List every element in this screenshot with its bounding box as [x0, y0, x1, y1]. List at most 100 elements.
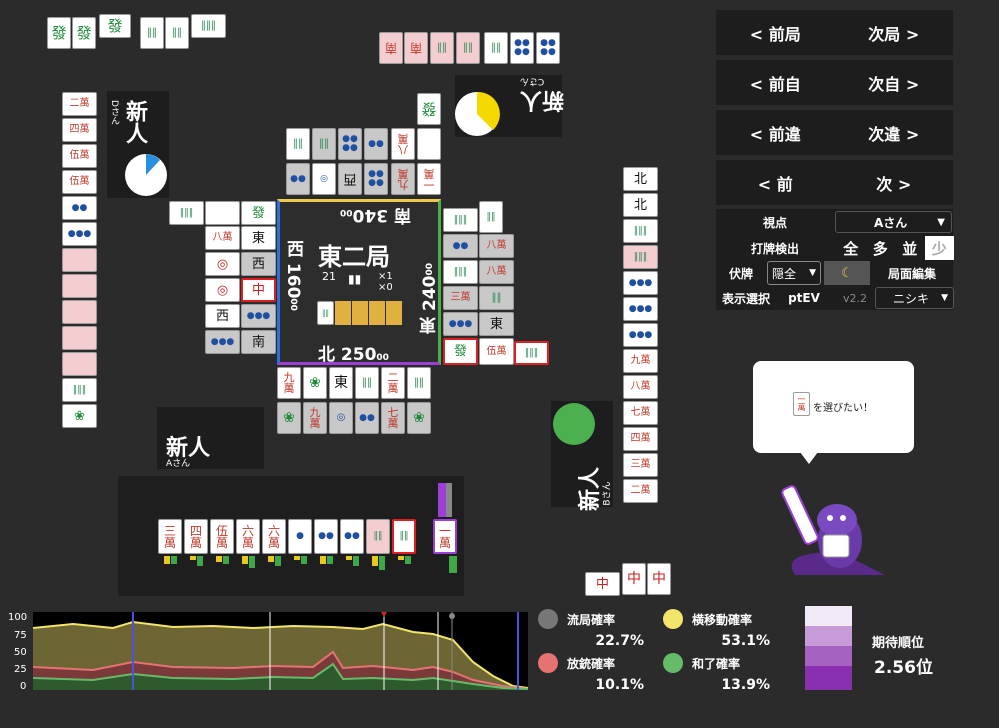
hand-tile[interactable]: 六萬 [236, 519, 260, 554]
hand-tile[interactable]: ‖‖ [392, 519, 416, 554]
right-hand-tile: ●●● [623, 271, 658, 295]
houju-label: 放銃確率 [567, 657, 616, 671]
hand-tile-face: 伍 [215, 523, 228, 538]
mascot-snake-icon [781, 485, 885, 575]
prev-round-button[interactable]: < 前局 [750, 21, 801, 45]
left-hand-tile: ‖‖‖ [62, 378, 97, 402]
left-hand-tile: ❀ [62, 404, 97, 428]
probability-graph[interactable] [33, 612, 528, 690]
diff-nav-row: < 前違 次違 > [716, 110, 953, 155]
discard-tile: ●●● [443, 312, 478, 336]
meld-tile: 中 [585, 572, 620, 596]
hand-bar-green [275, 556, 281, 566]
discard-tile: 二萬 [381, 367, 405, 399]
hand-tile[interactable]: ● [288, 519, 312, 554]
score-east-main: 東 240 [420, 275, 440, 334]
y-tick-50: 50 [14, 647, 27, 658]
y-tick-75: 75 [14, 630, 27, 641]
y-tick-100: 100 [8, 612, 28, 623]
next-button[interactable]: 次 > [876, 171, 911, 195]
meld-tile: 中 [622, 563, 646, 595]
hand-tile[interactable]: 伍萬 [210, 519, 234, 554]
discard-tile: 八萬 [479, 234, 514, 258]
discard-tile: 南 [241, 330, 276, 354]
discard-check-normal[interactable]: 並 [895, 236, 925, 260]
speech-tile: 一萬 [793, 392, 810, 416]
hand-tile[interactable]: 四萬 [184, 519, 208, 554]
meld-tile: ‖‖ [165, 17, 189, 49]
rank-value: 2.56位 [874, 658, 933, 678]
left-hand-tile [62, 326, 97, 350]
discard-check-all[interactable]: 全 [836, 236, 866, 260]
next-self-button[interactable]: 次自 > [868, 71, 919, 95]
agari-value: 13.9% [721, 677, 770, 693]
prev-diff-button[interactable]: < 前違 [750, 121, 801, 145]
drawn-tile[interactable]: 一萬 [433, 519, 457, 554]
prev-button[interactable]: < 前 [758, 171, 793, 195]
discard-tile: ●● [443, 234, 478, 258]
hidden-select[interactable]: 隠全 ▼ [767, 261, 821, 285]
discard-tile: 九萬 [391, 163, 415, 195]
score-north-sub: 00 [376, 353, 389, 363]
discard-tile [205, 201, 240, 225]
version-label: v2.2 [842, 291, 867, 305]
discard-tile: ❀ [303, 367, 327, 399]
next-diff-button[interactable]: 次違 > [868, 121, 919, 145]
dora-back-2 [352, 301, 368, 325]
meld-tile: 中 [647, 563, 671, 595]
hand-bar-yellow [164, 556, 170, 564]
hidden-value: 隠全 [772, 266, 797, 281]
speech-bubble-tail [800, 452, 818, 464]
right-hand-tile: ‖‖‖ [623, 219, 658, 243]
right-hand-tile: 八萬 [623, 375, 658, 399]
hand-bar-green [327, 556, 333, 564]
hand-tile-face: 六 [241, 523, 254, 538]
ryukyoku-dot [538, 609, 558, 629]
hand-tile[interactable]: ‖‖ [366, 519, 390, 554]
board-edit-button[interactable]: 局面編集 [872, 261, 952, 285]
meld-tile: 南 [404, 32, 428, 64]
right-hand-tile: 四萬 [623, 427, 658, 451]
yokoido-value: 53.1% [721, 633, 770, 649]
round-nav-row: < 前局 次局 > [716, 10, 953, 55]
hand-bar-yellow [242, 556, 248, 564]
hand-tile[interactable]: ●● [314, 519, 338, 554]
score-east: 東 24000 [417, 263, 442, 334]
discard-tile: 一萬 [417, 163, 441, 195]
discard-tile: ●● ●● [338, 128, 362, 160]
meld-tile: 發 [47, 17, 71, 49]
dora-back-3 [369, 301, 385, 325]
next-round-button[interactable]: 次局 > [868, 21, 919, 45]
display-value[interactable]: ptEV [776, 287, 832, 309]
yokoido-dot [663, 609, 683, 629]
drawn-tile-face: 一 [438, 523, 451, 538]
hand-tile[interactable]: ●● [340, 519, 364, 554]
hand-bar-yellow [320, 556, 326, 564]
drawn-tile-bar-gray [446, 483, 452, 517]
houju-dot [538, 653, 558, 673]
houju-value: 10.1% [595, 677, 644, 693]
discard-check-many[interactable]: 多 [866, 236, 896, 260]
hand-bar-green [405, 556, 411, 564]
prev-self-button[interactable]: < 前自 [750, 71, 801, 95]
player-top-name: 新人 [520, 87, 565, 112]
player-top-sub: Cさん [520, 76, 545, 86]
self-nav-row: < 前自 次自 > [716, 60, 953, 105]
discard-tile: ◎ [205, 252, 240, 276]
hand-tile-face: ● [296, 531, 304, 541]
moon-icon[interactable]: ☾ [824, 261, 870, 285]
viewpoint-select[interactable]: Aさん ▼ [835, 211, 952, 233]
agari-label: 和了確率 [692, 657, 741, 671]
nishiki-select[interactable]: ニシキ ▼ [875, 287, 954, 309]
hand-tile-suit: 萬 [189, 535, 202, 550]
chevron-down-icon: ▼ [937, 216, 945, 228]
discard-tile: ●●● [205, 330, 240, 354]
rank-bar-4 [805, 666, 852, 690]
discard-check-few[interactable]: 少 [924, 236, 954, 260]
hand-bar-green [171, 556, 177, 564]
hand-bar-yellow [346, 556, 352, 560]
score-south-sub: 00 [340, 207, 353, 217]
hand-bar-green [353, 556, 359, 566]
hand-tile[interactable]: 三萬 [158, 519, 182, 554]
hand-tile[interactable]: 六萬 [262, 519, 286, 554]
